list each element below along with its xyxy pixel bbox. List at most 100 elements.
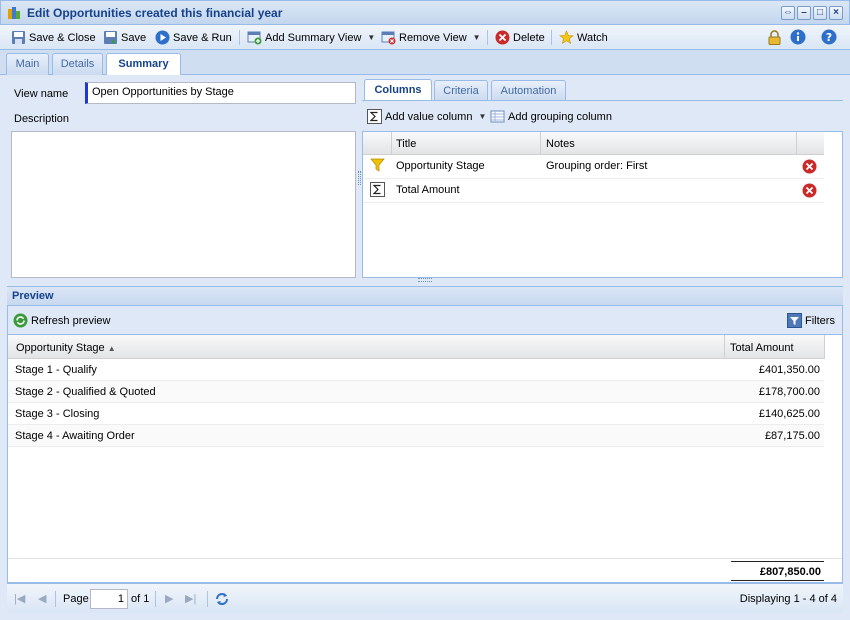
columns-grid: Title Notes Opportunity Stage Grouping o…	[362, 131, 843, 278]
dropdown-arrow-icon: ▼	[478, 112, 487, 121]
funnel-icon	[370, 158, 385, 172]
pager-toolbar: |◀ ◀ Page 1 of 1 ▶ ▶| Displaying 1 - 4 o…	[7, 583, 843, 613]
tab-details[interactable]: Details	[52, 53, 103, 75]
subtab-border	[362, 100, 843, 101]
column-header-notes[interactable]: Notes	[546, 138, 575, 150]
info-icon[interactable]	[790, 29, 806, 45]
columns-grid-header: Title Notes	[363, 132, 824, 155]
play-icon	[155, 30, 170, 45]
page-count-label: of 1	[131, 593, 150, 605]
view-name-input[interactable]: Open Opportunities by Stage	[85, 82, 356, 104]
save-button[interactable]: Save	[103, 29, 146, 46]
watch-button[interactable]: Watch	[559, 29, 608, 46]
filter-icon	[787, 313, 802, 328]
refresh-icon	[13, 313, 28, 328]
horizontal-splitter-handle[interactable]	[418, 278, 432, 282]
previous-page-icon[interactable]: ◀	[38, 592, 46, 605]
column-title: Opportunity Stage	[396, 160, 485, 172]
page-number-input[interactable]: 1	[90, 589, 128, 609]
tab-summary[interactable]: Summary	[106, 53, 181, 76]
vertical-splitter-handle[interactable]	[358, 171, 361, 185]
toolbar-separator	[239, 30, 240, 45]
total-amount-summary: £807,850.00	[731, 561, 824, 581]
table-row[interactable]: Stage 4 - Awaiting Order £87,175.00	[8, 425, 824, 447]
toolbar-separator	[487, 30, 488, 45]
dropdown-arrow-icon: ▼	[367, 33, 376, 42]
save-close-button[interactable]: Save & Close	[11, 29, 96, 46]
add-value-column-button[interactable]: Add value column ▼	[367, 108, 486, 125]
remove-view-icon	[381, 31, 396, 45]
description-textarea[interactable]	[11, 131, 356, 278]
add-view-icon	[247, 31, 262, 45]
view-name-label: View name	[14, 88, 69, 100]
sort-ascending-icon: ▲	[107, 344, 116, 353]
amount-cell: £178,700.00	[758, 386, 820, 398]
maximize-icon[interactable]: □	[813, 6, 827, 20]
subtab-columns[interactable]: Columns	[364, 79, 432, 101]
tab-main[interactable]: Main	[6, 53, 49, 75]
column-title: Total Amount	[396, 184, 460, 196]
remove-view-button[interactable]: Remove View ▼	[381, 29, 481, 46]
preview-grid-header: Opportunity Stage ▲ Total Amount	[8, 335, 825, 359]
summary-panel: View name Open Opportunities by Stage De…	[0, 75, 850, 620]
refresh-preview-button[interactable]: Refresh preview	[13, 312, 110, 329]
preview-title: Preview	[12, 290, 54, 302]
table-row[interactable]: Total Amount	[363, 179, 824, 203]
column-header-total-amount[interactable]: Total Amount	[730, 342, 794, 354]
title-bar: Edit Opportunities created this financia…	[0, 0, 850, 25]
last-page-icon[interactable]: ▶|	[185, 592, 196, 605]
minimize-icon[interactable]: –	[797, 6, 811, 20]
floppy-disk-icon	[12, 31, 25, 44]
reload-icon[interactable]	[214, 591, 230, 607]
toolbar-separator	[551, 30, 552, 45]
stage-cell: Stage 4 - Awaiting Order	[15, 430, 135, 442]
table-row[interactable]: Stage 3 - Closing £140,625.00	[8, 403, 824, 425]
total-amount-value: £807,850.00	[759, 566, 821, 578]
delete-icon	[495, 30, 510, 45]
column-header-title[interactable]: Title	[396, 138, 416, 150]
remove-column-icon[interactable]	[802, 183, 817, 198]
sigma-icon	[370, 182, 385, 197]
help-icon[interactable]: ?	[821, 29, 837, 45]
tab-strip: Main Details Summary	[0, 50, 850, 76]
remove-column-icon[interactable]	[802, 159, 817, 174]
save-run-button[interactable]: Save & Run	[155, 29, 232, 46]
amount-cell: £401,350.00	[758, 364, 820, 376]
subtab-criteria[interactable]: Criteria	[434, 80, 488, 101]
app-logo-icon	[8, 7, 20, 19]
add-grouping-column-button[interactable]: Add grouping column	[490, 108, 612, 125]
column-header-opportunity-stage[interactable]: Opportunity Stage ▲	[16, 342, 116, 354]
stage-cell: Stage 1 - Qualify	[15, 364, 97, 376]
window-title: Edit Opportunities created this financia…	[27, 6, 283, 20]
dropdown-arrow-icon: ▼	[472, 33, 481, 42]
svg-text:?: ?	[826, 31, 832, 44]
next-page-icon[interactable]: ▶	[165, 592, 173, 605]
sigma-icon	[367, 109, 382, 124]
table-row[interactable]: Opportunity Stage Grouping order: First	[363, 155, 824, 179]
preview-header: Preview	[7, 286, 843, 306]
filters-button[interactable]: Filters	[787, 312, 835, 329]
subtab-automation[interactable]: Automation	[491, 80, 566, 101]
page-label: Page	[63, 593, 89, 605]
description-label: Description	[14, 113, 70, 125]
column-notes: Grouping order: First	[546, 160, 648, 172]
table-row[interactable]: Stage 2 - Qualified & Quoted £178,700.00	[8, 381, 824, 403]
preview-toolbar: Refresh preview Filters	[7, 306, 843, 334]
table-row[interactable]: Stage 1 - Qualify £401,350.00	[8, 359, 824, 381]
preview-grid: Opportunity Stage ▲ Total Amount Stage 1…	[7, 334, 843, 583]
amount-cell: £140,625.00	[758, 408, 820, 420]
displaying-count: Displaying 1 - 4 of 4	[739, 593, 837, 605]
stage-cell: Stage 2 - Qualified & Quoted	[15, 386, 156, 398]
close-icon[interactable]: ×	[829, 6, 843, 20]
stage-cell: Stage 3 - Closing	[15, 408, 100, 420]
save-icon	[104, 31, 117, 44]
grouping-column-icon	[490, 110, 505, 123]
toolbar: Save & Close Save Save & Run Add Summary…	[0, 25, 850, 50]
add-summary-view-button[interactable]: Add Summary View ▼	[247, 29, 375, 46]
delete-button[interactable]: Delete	[495, 29, 545, 46]
first-page-icon[interactable]: |◀	[14, 592, 25, 605]
lock-icon[interactable]	[768, 30, 781, 45]
amount-cell: £87,175.00	[764, 430, 820, 442]
star-icon	[559, 30, 574, 44]
restore-icon[interactable]: ⇔	[781, 6, 795, 20]
